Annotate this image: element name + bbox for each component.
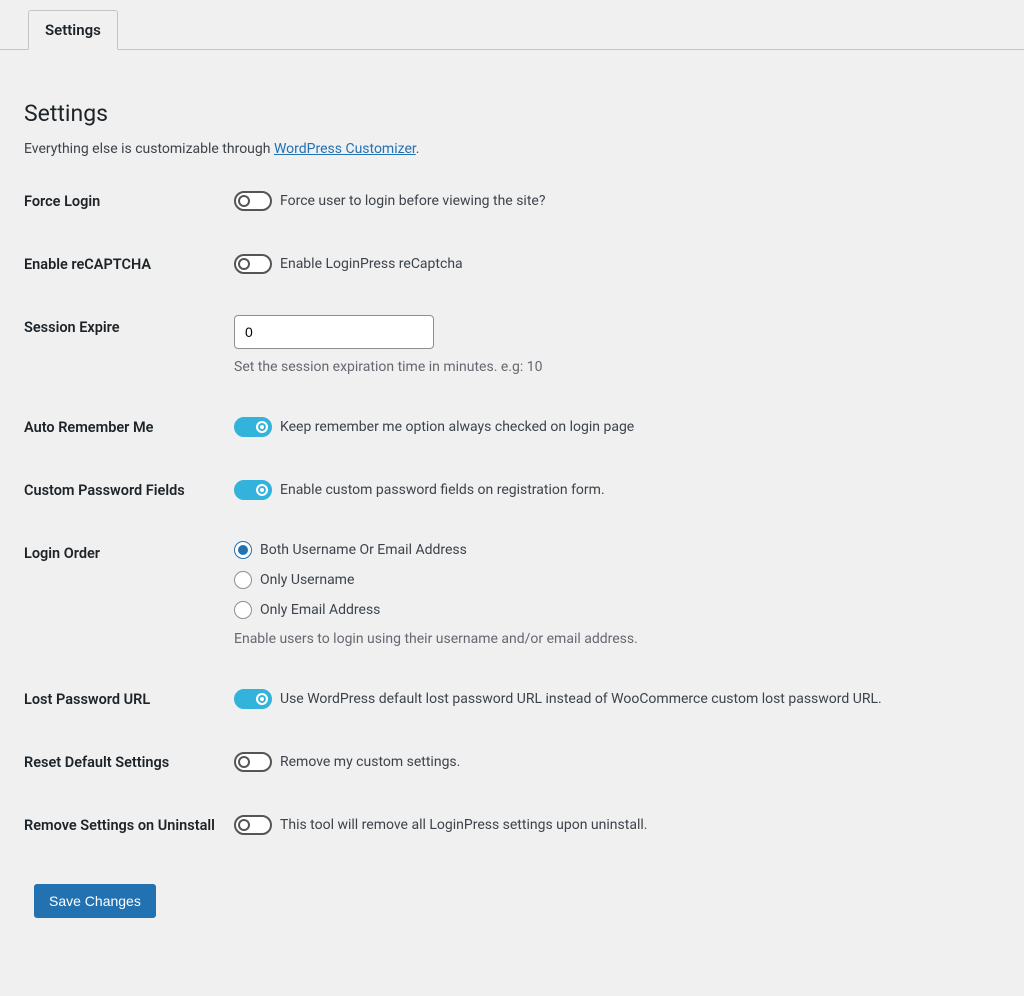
enable-recaptcha-desc: Enable LoginPress reCaptcha: [280, 256, 463, 272]
page-description: Everything else is customizable through …: [24, 141, 1000, 157]
login-order-option-username: Only Username: [260, 572, 354, 588]
force-login-toggle[interactable]: [234, 191, 272, 211]
auto-remember-label: Auto Remember Me: [24, 393, 234, 456]
custom-password-label: Custom Password Fields: [24, 456, 234, 519]
force-login-label: Force Login: [24, 167, 234, 230]
login-order-radio-both[interactable]: [234, 541, 252, 559]
auto-remember-desc: Keep remember me option always checked o…: [280, 419, 634, 435]
lost-password-desc: Use WordPress default lost password URL …: [280, 691, 882, 707]
enable-recaptcha-label: Enable reCAPTCHA: [24, 230, 234, 293]
desc-post: .: [416, 141, 420, 157]
session-expire-label: Session Expire: [24, 293, 234, 393]
login-order-radio-username[interactable]: [234, 571, 252, 589]
save-changes-button[interactable]: Save Changes: [34, 884, 156, 918]
reset-defaults-desc: Remove my custom settings.: [280, 754, 460, 770]
remove-uninstall-label: Remove Settings on Uninstall: [24, 791, 234, 854]
login-order-radio-email[interactable]: [234, 601, 252, 619]
lost-password-label: Lost Password URL: [24, 665, 234, 728]
remove-uninstall-toggle[interactable]: [234, 815, 272, 835]
enable-recaptcha-toggle[interactable]: [234, 254, 272, 274]
desc-pre: Everything else is customizable through: [24, 141, 274, 157]
remove-uninstall-desc: This tool will remove all LoginPress set…: [280, 817, 647, 833]
login-order-label: Login Order: [24, 519, 234, 665]
auto-remember-toggle[interactable]: [234, 417, 272, 437]
force-login-desc: Force user to login before viewing the s…: [280, 193, 545, 209]
login-order-option-email: Only Email Address: [260, 602, 380, 618]
reset-defaults-label: Reset Default Settings: [24, 728, 234, 791]
session-expire-input[interactable]: [234, 315, 434, 349]
login-order-hint: Enable users to login using their userna…: [234, 631, 990, 647]
lost-password-toggle[interactable]: [234, 689, 272, 709]
custom-password-toggle[interactable]: [234, 480, 272, 500]
custom-password-desc: Enable custom password fields on registr…: [280, 482, 605, 498]
reset-defaults-toggle[interactable]: [234, 752, 272, 772]
session-expire-hint: Set the session expiration time in minut…: [234, 359, 990, 375]
login-order-option-both: Both Username Or Email Address: [260, 542, 467, 558]
tab-settings[interactable]: Settings: [28, 10, 118, 50]
wordpress-customizer-link[interactable]: WordPress Customizer: [274, 141, 416, 157]
page-title: Settings: [24, 100, 1000, 127]
